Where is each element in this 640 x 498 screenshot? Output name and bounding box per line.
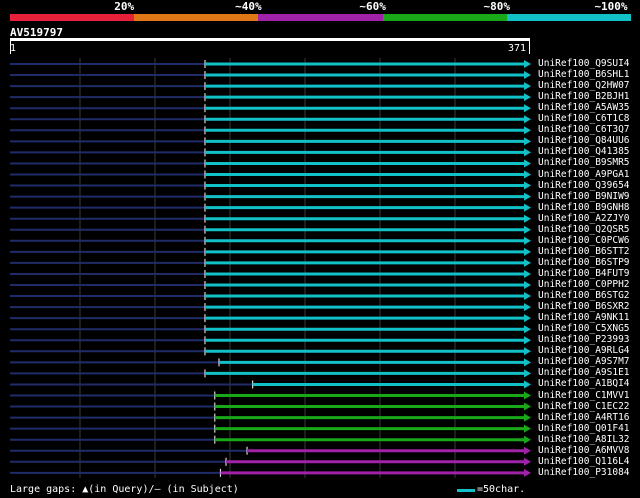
hit-arrow xyxy=(524,347,531,356)
hit-arrow xyxy=(524,468,531,477)
hit-label[interactable]: UniRef100_B9GNH8 xyxy=(538,202,630,213)
hit-label[interactable]: UniRef100_P23993 xyxy=(538,334,630,345)
hit-arrow xyxy=(524,435,531,444)
scale-swatch xyxy=(457,489,475,492)
hit-arrow xyxy=(524,192,531,201)
hit-arrow xyxy=(524,93,531,102)
hit-arrow xyxy=(524,236,531,245)
hit-arrow xyxy=(524,292,531,301)
hit-arrow xyxy=(524,336,531,345)
hit-arrow xyxy=(524,380,531,389)
hit-arrow xyxy=(524,269,531,278)
hit-arrow xyxy=(524,104,531,113)
hit-label[interactable]: UniRef100_A4RT16 xyxy=(538,412,630,423)
legend-label: ~80% xyxy=(483,0,511,13)
hit-label[interactable]: UniRef100_A8IL32 xyxy=(538,434,630,445)
legend-label: ~60% xyxy=(359,0,386,13)
hit-arrow xyxy=(524,71,531,80)
hit-label[interactable]: UniRef100_C0PPH2 xyxy=(538,279,630,290)
hit-arrow xyxy=(524,159,531,168)
hit-arrow xyxy=(524,137,531,146)
hit-arrow xyxy=(524,203,531,212)
hit-label[interactable]: UniRef100_P31084 xyxy=(538,467,630,478)
hit-label[interactable]: UniRef100_Q2HW07 xyxy=(538,80,630,91)
hit-label[interactable]: UniRef100_A9S1E1 xyxy=(538,367,630,378)
hit-label[interactable]: UniRef100_C0PCW6 xyxy=(538,235,630,246)
hit-arrow xyxy=(524,181,531,190)
hit-label[interactable]: UniRef100_Q01F41 xyxy=(538,423,630,434)
hit-arrow xyxy=(524,126,531,135)
hit-label[interactable]: UniRef100_A6MVV8 xyxy=(538,445,630,456)
hit-arrow xyxy=(524,457,531,466)
hit-label[interactable]: UniRef100_B6SHL1 xyxy=(538,69,630,80)
hit-label[interactable]: UniRef100_Q2QSR5 xyxy=(538,224,630,235)
hit-label[interactable]: UniRef100_A2ZJY0 xyxy=(538,213,630,224)
hit-arrow xyxy=(524,281,531,289)
hit-label[interactable]: UniRef100_Q39654 xyxy=(538,180,630,191)
hit-label[interactable]: UniRef100_Q41385 xyxy=(538,146,630,157)
scale-label: =50char. xyxy=(477,484,526,495)
hit-label[interactable]: UniRef100_C1MVV1 xyxy=(538,390,630,401)
hit-label[interactable]: UniRef100_B4FUT9 xyxy=(538,268,630,279)
large-gaps-legend: Large gaps: ▲(in Query)/– (in Subject) xyxy=(10,484,239,495)
hit-label[interactable]: UniRef100_Q84UU6 xyxy=(538,135,630,146)
hit-arrow xyxy=(524,314,531,323)
legend-label: ~40% xyxy=(235,0,262,13)
hit-label[interactable]: UniRef100_A1BQI4 xyxy=(538,378,630,389)
hit-label[interactable]: UniRef100_Q9SUI4 xyxy=(538,58,630,69)
hit-label[interactable]: UniRef100_C6T1C8 xyxy=(538,113,630,124)
hit-label[interactable]: UniRef100_C1EC22 xyxy=(538,401,630,412)
hit-label[interactable]: UniRef100_B9NIW9 xyxy=(538,191,630,202)
legend-label: 20% xyxy=(114,0,135,13)
hit-label[interactable]: UniRef100_B6STG2 xyxy=(538,290,630,301)
hit-arrow xyxy=(524,214,531,223)
hit-label[interactable]: UniRef100_B6STP9 xyxy=(538,257,630,268)
hit-arrow xyxy=(524,413,531,422)
hit-arrow xyxy=(524,325,531,334)
hit-label[interactable]: UniRef100_B9SMR5 xyxy=(538,157,630,168)
hit-arrow xyxy=(524,369,531,378)
hit-arrow xyxy=(524,303,531,312)
hit-arrow xyxy=(524,258,531,267)
hit-label[interactable]: UniRef100_A9PGA1 xyxy=(538,169,630,180)
hit-arrow xyxy=(524,424,531,433)
hit-arrow xyxy=(524,225,531,234)
hit-label[interactable]: UniRef100_A9RLG4 xyxy=(538,345,630,356)
hit-arrow xyxy=(524,391,531,400)
hit-arrow xyxy=(524,115,531,124)
hit-label[interactable]: UniRef100_Q116L4 xyxy=(538,456,630,467)
hit-arrow xyxy=(524,402,531,411)
hit-label[interactable]: UniRef100_B6STT2 xyxy=(538,246,630,257)
hit-arrow xyxy=(524,60,531,68)
hit-label[interactable]: UniRef100_B6SXR2 xyxy=(538,301,630,312)
hit-label[interactable]: UniRef100_C6T3Q7 xyxy=(538,124,630,135)
hit-label[interactable]: UniRef100_A5AW35 xyxy=(538,102,630,113)
hit-label[interactable]: UniRef100_A9S7M7 xyxy=(538,356,630,367)
hit-arrow xyxy=(524,446,531,455)
hit-arrow xyxy=(524,247,531,256)
hit-arrow xyxy=(524,82,531,91)
hit-label[interactable]: UniRef100_C5XNG5 xyxy=(538,323,630,334)
hit-label[interactable]: UniRef100_A9NK11 xyxy=(538,312,630,323)
hit-arrow xyxy=(524,170,531,179)
hit-arrow xyxy=(524,358,531,367)
hit-arrow xyxy=(524,148,531,157)
hit-label[interactable]: UniRef100_B2BJH1 xyxy=(538,91,630,102)
legend-label: ~100% xyxy=(594,0,628,13)
